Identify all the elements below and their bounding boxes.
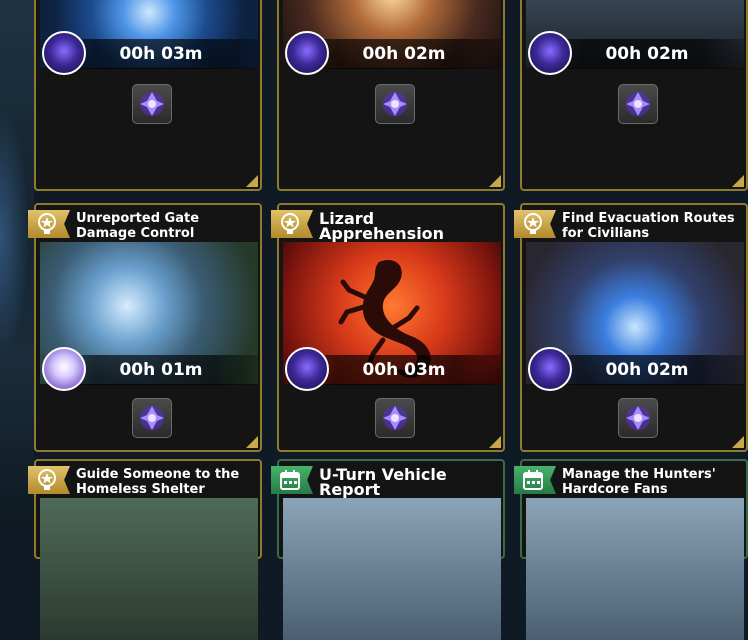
card-corner-marker: [246, 175, 258, 187]
hunter-avatar: [528, 347, 572, 391]
reward-slot[interactable]: [132, 84, 172, 124]
mission-card[interactable]: 00h 03m: [34, 0, 262, 191]
mission-header: Find Evacuation Routes for Civilians: [514, 208, 748, 242]
mission-card[interactable]: Manage the Hunters' Hardcore Fans: [514, 459, 748, 640]
card-corner-marker: [732, 436, 744, 448]
medal-icon: [281, 213, 299, 234]
mission-badge: [28, 210, 70, 238]
mission-card[interactable]: Lizard Apprehension 00h 03m: [271, 203, 505, 452]
mission-image: [283, 498, 501, 640]
reward-slot[interactable]: [618, 398, 658, 438]
medal-icon: [38, 469, 56, 490]
mission-badge: [271, 210, 313, 238]
magic-crystal-icon: [140, 406, 164, 430]
mission-title: Manage the Hunters' Hardcore Fans: [562, 467, 716, 497]
mission-card[interactable]: 00h 02m: [520, 0, 748, 191]
mission-badge: [28, 466, 70, 494]
mission-card[interactable]: 00h 02m: [277, 0, 505, 191]
hunter-avatar: [42, 347, 86, 391]
reward-slot[interactable]: [618, 84, 658, 124]
mission-card[interactable]: Guide Someone to the Homeless Shelter: [28, 459, 262, 640]
medal-icon: [524, 213, 542, 234]
mission-header: U-Turn Vehicle Report: [271, 464, 507, 498]
mission-title: Guide Someone to the Homeless Shelter: [76, 467, 240, 497]
magic-crystal-icon: [626, 406, 650, 430]
hunter-avatar: [42, 31, 86, 75]
mission-header: Lizard Apprehension: [271, 208, 507, 242]
mission-image: [40, 498, 258, 640]
card-corner-marker: [489, 175, 501, 187]
calendar-icon: [280, 470, 300, 490]
hunter-avatar: [528, 31, 572, 75]
mission-title: Lizard Apprehension: [319, 209, 445, 243]
mission-header: Manage the Hunters' Hardcore Fans: [514, 464, 748, 498]
medal-icon: [38, 213, 56, 234]
calendar-icon: [523, 470, 543, 490]
reward-slot[interactable]: [375, 398, 415, 438]
reward-slot[interactable]: [132, 398, 172, 438]
reward-slot[interactable]: [375, 84, 415, 124]
mission-card[interactable]: Find Evacuation Routes for Civilians 00h…: [514, 203, 748, 452]
magic-crystal-icon: [140, 92, 164, 116]
mission-badge: [514, 466, 556, 494]
card-corner-marker: [732, 175, 744, 187]
mission-title: Find Evacuation Routes for Civilians: [562, 211, 735, 241]
hunter-avatar: [285, 31, 329, 75]
mission-badge: [271, 466, 313, 494]
magic-crystal-icon: [383, 406, 407, 430]
mission-header: Guide Someone to the Homeless Shelter: [28, 464, 264, 498]
mission-image: [526, 498, 744, 640]
mission-card[interactable]: Unreported Gate Damage Control 00h 01m: [28, 203, 262, 452]
mission-header: Unreported Gate Damage Control: [28, 208, 264, 242]
magic-crystal-icon: [626, 92, 650, 116]
mission-title: Unreported Gate Damage Control: [76, 211, 200, 241]
mission-card[interactable]: U-Turn Vehicle Report: [271, 459, 505, 640]
mission-title: U-Turn Vehicle Report: [319, 465, 447, 499]
mission-badge: [514, 210, 556, 238]
card-corner-marker: [489, 436, 501, 448]
card-corner-marker: [246, 436, 258, 448]
hunter-avatar: [285, 347, 329, 391]
background-glow: [0, 110, 30, 360]
magic-crystal-icon: [383, 92, 407, 116]
